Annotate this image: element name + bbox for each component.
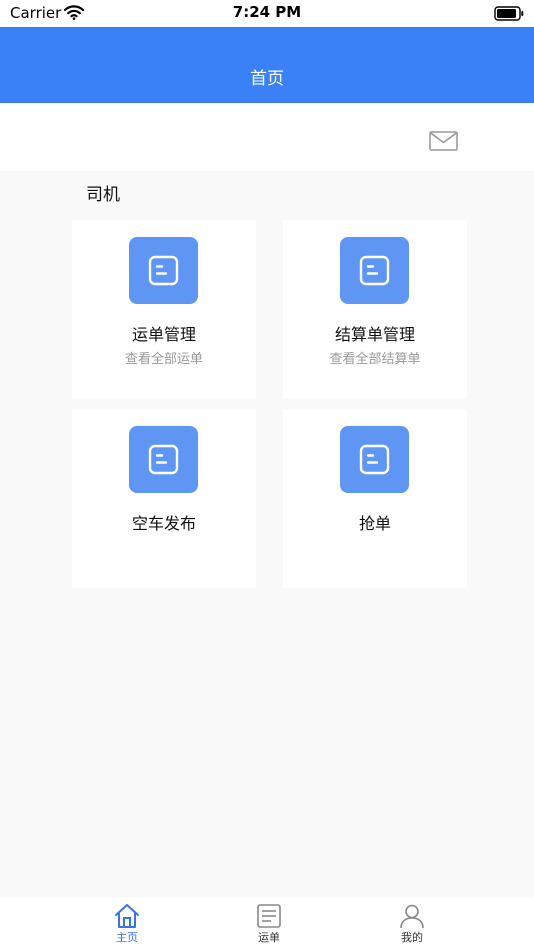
- status-time: 7:24 PM: [232, 3, 302, 21]
- card-title: 抢单: [358, 514, 391, 533]
- card-title: 空车发布: [131, 514, 196, 533]
- tab-label: 运单: [258, 931, 280, 944]
- card-subtitle: 查看全部运单: [124, 352, 203, 367]
- card-empty-truck-publish[interactable]: 空车发布: [72, 409, 256, 588]
- document-icon: [129, 426, 198, 493]
- list-icon: [257, 904, 281, 928]
- tab-bar: 主页 运单 我的: [0, 897, 534, 950]
- tab-label: 主页: [116, 931, 138, 944]
- status-bar: Carrier 7:24 PM: [0, 0, 534, 27]
- tab-orders[interactable]: 运单: [229, 897, 309, 950]
- message-bar: [0, 103, 534, 171]
- tab-mine[interactable]: 我的: [372, 897, 452, 950]
- section-title: 司机: [86, 185, 120, 205]
- card-settlement-management[interactable]: 结算单管理 查看全部结算单: [283, 220, 467, 399]
- document-icon: [129, 237, 198, 304]
- card-title: 运单管理: [131, 325, 196, 344]
- card-title: 结算单管理: [334, 325, 415, 344]
- document-icon: [340, 426, 409, 493]
- mail-icon[interactable]: [429, 131, 458, 155]
- card-waybill-management[interactable]: 运单管理 查看全部运单: [72, 220, 256, 399]
- card-grab-order[interactable]: 抢单: [283, 409, 467, 588]
- home-icon: [115, 904, 139, 928]
- user-icon: [400, 904, 424, 929]
- navigation-bar: 首页: [0, 27, 534, 103]
- document-icon: [340, 237, 409, 304]
- page-title: 首页: [250, 69, 284, 89]
- card-subtitle: 查看全部结算单: [329, 352, 421, 367]
- tab-label: 我的: [401, 931, 423, 944]
- battery-icon: [494, 6, 524, 25]
- tab-home[interactable]: 主页: [87, 897, 167, 950]
